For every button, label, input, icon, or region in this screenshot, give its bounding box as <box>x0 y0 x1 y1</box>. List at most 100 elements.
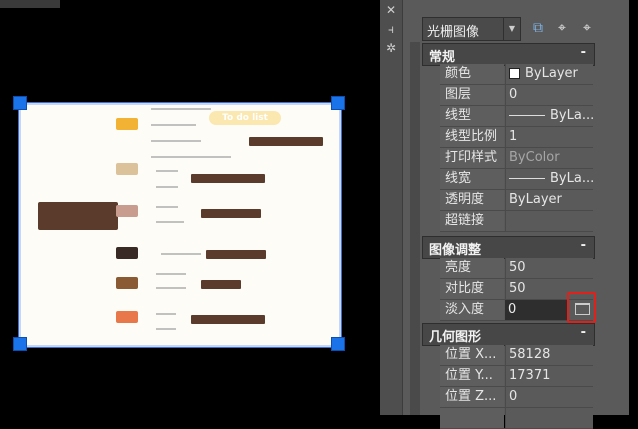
prop-label: 位置 Z... <box>440 387 504 407</box>
leaf-text <box>151 108 211 110</box>
prop-value[interactable] <box>505 408 593 428</box>
prop-row[interactable]: 线型 ByLa... <box>440 106 593 127</box>
top-toolbar-fragment <box>0 0 60 8</box>
prop-value[interactable]: ByLayer <box>505 190 593 210</box>
mindmap-node <box>116 247 138 259</box>
prop-label: 线型 <box>440 106 504 126</box>
leaf-text <box>156 313 176 315</box>
fade-input[interactable]: 0 <box>505 300 567 320</box>
prop-row[interactable]: 线型比例 1 <box>440 127 593 148</box>
prop-row[interactable]: 位置 Y... 17371 <box>440 366 593 387</box>
mindmap-node <box>116 277 138 289</box>
mindmap-note <box>249 137 323 146</box>
prop-label: 线宽 <box>440 169 504 189</box>
prop-label: 透明度 <box>440 190 504 210</box>
leaf-text <box>156 273 186 275</box>
prop-row[interactable]: 超链接 <box>440 211 593 232</box>
object-type-dropdown[interactable]: 光栅图像 ▼ <box>422 17 521 41</box>
leaf-text <box>156 170 178 172</box>
mindmap-note <box>191 174 265 183</box>
prop-value[interactable]: ByLa... <box>505 169 593 189</box>
prop-value[interactable]: ByLa... <box>505 106 593 126</box>
grip-bottom-left[interactable] <box>13 337 27 351</box>
prop-row[interactable]: 透明度 ByLayer <box>440 190 593 211</box>
auto-hide-icon[interactable]: ⫞ <box>380 22 402 37</box>
leaf-text <box>151 140 201 142</box>
leaf-text <box>161 253 201 255</box>
linetype-sample <box>509 115 545 116</box>
prop-label: 线型比例 <box>440 127 504 147</box>
dropdown-value: 光栅图像 <box>427 25 480 40</box>
prop-label: 淡入度 <box>440 300 504 320</box>
leaf-text <box>156 186 178 188</box>
todo-banner: To do list <box>209 111 281 125</box>
prop-label: 亮度 <box>440 258 504 278</box>
prop-value[interactable]: 0 <box>505 85 593 105</box>
mindmap-node <box>116 163 138 175</box>
prop-value[interactable] <box>505 211 593 231</box>
leaf-text <box>151 156 231 158</box>
collapse-icon[interactable]: - <box>581 325 586 340</box>
collapse-icon[interactable]: - <box>581 238 586 253</box>
prop-row[interactable]: 亮度 50 <box>440 258 593 279</box>
mindmap-note <box>206 250 266 259</box>
prop-label: 位置 Y... <box>440 366 504 386</box>
prop-label: 打印样式 <box>440 148 504 168</box>
palette-title-bar: ✕ ⫞ ✲ <box>380 0 402 415</box>
prop-label: 对比度 <box>440 279 504 299</box>
mindmap-note <box>201 280 241 289</box>
prop-label: 颜色 <box>440 64 504 84</box>
grip-top-left[interactable] <box>13 96 27 110</box>
leaf-text <box>156 221 184 223</box>
prop-value[interactable]: ByColor <box>505 148 593 168</box>
leaf-text <box>156 206 178 208</box>
color-swatch <box>509 68 520 79</box>
prop-value[interactable]: 50 <box>505 258 593 278</box>
mindmap-note <box>191 315 265 324</box>
prop-value[interactable]: 0 <box>505 387 593 407</box>
prop-row[interactable]: 线宽 ByLa... <box>440 169 593 190</box>
prop-value[interactable]: ByLayer <box>505 64 593 84</box>
section-image-adjust[interactable]: 图像调整 - <box>422 236 595 259</box>
section-title: 图像调整 <box>429 243 482 258</box>
prop-row[interactable]: 图层 0 <box>440 85 593 106</box>
mindmap-node <box>116 311 138 323</box>
collapse-icon[interactable]: - <box>581 45 586 60</box>
mindmap-node <box>116 118 138 130</box>
properties-icon[interactable]: ✲ <box>380 41 402 55</box>
prop-value[interactable]: 17371 <box>505 366 593 386</box>
palette-scrollbar[interactable] <box>410 42 420 415</box>
image-adjust-button[interactable] <box>567 292 596 323</box>
prop-label: 图层 <box>440 85 504 105</box>
prop-label <box>440 408 504 428</box>
section-title: 几何图形 <box>429 330 482 345</box>
quick-select-icon[interactable]: ⌖ <box>577 18 597 38</box>
prop-row[interactable]: 位置 Z... 0 <box>440 387 593 408</box>
grip-top-right[interactable] <box>331 96 345 110</box>
mindmap-root <box>38 202 118 230</box>
add-selection-icon[interactable]: ⧉ <box>528 18 548 38</box>
leaf-text <box>151 124 196 126</box>
grip-bottom-right[interactable] <box>331 337 345 351</box>
chevron-down-icon[interactable]: ▼ <box>503 18 520 40</box>
mindmap-node <box>116 205 138 217</box>
dialog-icon <box>575 303 590 315</box>
prop-row[interactable] <box>440 408 593 429</box>
mindmap-note <box>201 209 261 218</box>
leaf-text <box>156 287 186 289</box>
leaf-text <box>156 328 176 330</box>
prop-row[interactable]: 颜色 ByLayer <box>440 64 593 85</box>
section-geometry[interactable]: 几何图形 - <box>422 323 595 346</box>
prop-value[interactable]: 58128 <box>505 345 593 365</box>
prop-label: 位置 X... <box>440 345 504 365</box>
lineweight-sample <box>509 178 545 179</box>
close-icon[interactable]: ✕ <box>380 3 402 17</box>
prop-label: 超链接 <box>440 211 504 231</box>
section-general[interactable]: 常规 - <box>422 43 595 66</box>
select-objects-icon[interactable]: ⌖ <box>552 18 572 38</box>
prop-row[interactable]: 打印样式 ByColor <box>440 148 593 169</box>
prop-row[interactable]: 位置 X... 58128 <box>440 345 593 366</box>
raster-image-mindmap[interactable]: To do list <box>19 103 341 347</box>
prop-value[interactable]: 1 <box>505 127 593 147</box>
section-title: 常规 <box>429 50 456 65</box>
